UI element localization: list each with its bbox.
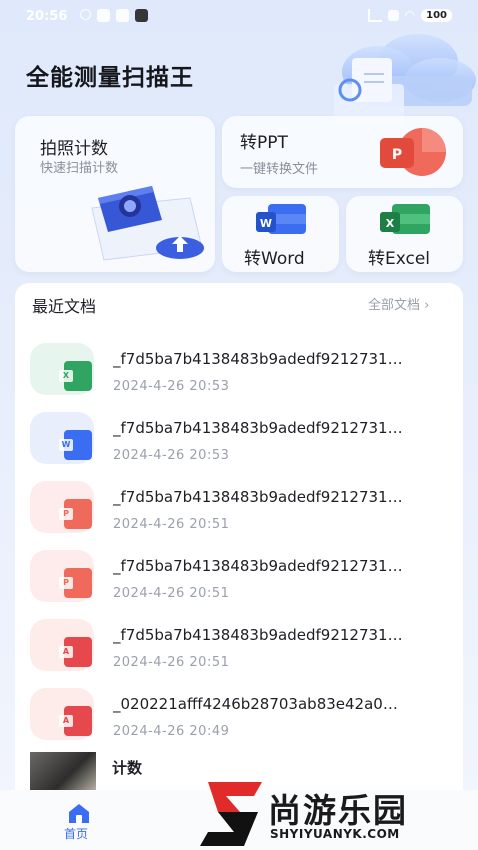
file-type-badge: A (59, 646, 73, 658)
word-file-icon: W (256, 204, 306, 234)
app-notification-icon (116, 9, 129, 22)
file-row[interactable]: A _f7d5ba7b4138483b9adedf9212731… 2024-4-2… (15, 612, 463, 680)
watermark-url: SHYIYUANYK.COM (270, 827, 400, 841)
convert-ppt-title: 转PPT (240, 133, 288, 153)
recent-documents-title: 最近文档 (32, 297, 97, 316)
file-type-badge: P (59, 508, 73, 520)
file-icon-background: P (30, 481, 94, 533)
file-row[interactable]: A _020221afff4246b28703ab83e42a0… 2024-4-2… (15, 681, 463, 749)
svg-text:P: P (392, 147, 402, 163)
all-documents-link[interactable]: 全部文档 › (368, 294, 429, 313)
file-name: _f7d5ba7b4138483b9adedf9212731… (113, 626, 403, 644)
file-type-badge: W (59, 439, 73, 451)
status-time: 20:56 (26, 9, 68, 24)
cloud-illustration (334, 34, 476, 124)
file-name: _f7d5ba7b4138483b9adedf9212731… (113, 419, 403, 437)
file-name: _f7d5ba7b4138483b9adedf9212731… (113, 350, 403, 368)
file-icon-background: A (30, 688, 94, 740)
file-type-badge: X (59, 370, 73, 382)
file-date: 2024-4-26 20:51 (113, 655, 230, 670)
file-date: 2024-4-26 20:51 (113, 517, 230, 532)
photo-count-subtitle: 快速扫描计数 (40, 161, 119, 176)
notification-icon (80, 9, 91, 20)
svg-text:W: W (260, 217, 272, 230)
app-title: 全能测量扫描王 (26, 65, 194, 91)
convert-ppt-subtitle: 一键转换文件 (240, 162, 319, 177)
convert-word-card[interactable]: W 转Word (222, 196, 339, 272)
file-date: 2024-4-26 20:51 (113, 586, 230, 601)
file-icon-background: A (30, 619, 94, 671)
file-icon-background: P (30, 550, 94, 602)
convert-excel-title: 转Excel (368, 249, 431, 269)
file-row[interactable]: P _f7d5ba7b4138483b9adedf9212731… 2024-4-2… (15, 543, 463, 611)
image-file-name[interactable]: 计数 (112, 757, 142, 778)
file-date: 2024-4-26 20:53 (113, 379, 230, 394)
file-name: _020221afff4246b28703ab83e42a0… (113, 695, 398, 713)
app-notification-icon (97, 9, 110, 22)
tiktok-icon (135, 9, 148, 22)
file-type-badge: A (59, 715, 73, 727)
home-icon[interactable] (66, 802, 92, 824)
nav-home-label[interactable]: 首页 (64, 825, 88, 842)
file-row[interactable]: X _f7d5ba7b4138483b9adedf9212731… 2024-4-2… (15, 336, 463, 404)
file-date: 2024-4-26 20:49 (113, 724, 230, 739)
file-icon-background: W (30, 412, 94, 464)
excel-file-icon: X (380, 204, 430, 234)
watermark-brand: 尚游乐园 (268, 791, 408, 830)
file-name: _f7d5ba7b4138483b9adedf9212731… (113, 557, 403, 575)
file-row[interactable]: W _f7d5ba7b4138483b9adedf9212731… 2024-4-2… (15, 405, 463, 473)
file-icon-background: X (30, 343, 94, 395)
file-date: 2024-4-26 20:53 (113, 448, 230, 463)
convert-word-title: 转Word (244, 249, 305, 269)
photo-count-card[interactable]: 拍照计数 快速扫描计数 (15, 116, 215, 272)
ppt-file-icon: P (380, 128, 446, 176)
file-type-badge: P (59, 577, 73, 589)
file-row[interactable]: P _f7d5ba7b4138483b9adedf9212731… 2024-4-2… (15, 474, 463, 542)
file-name: _f7d5ba7b4138483b9adedf9212731… (113, 488, 403, 506)
convert-ppt-card[interactable]: 转PPT 一键转换文件 P (222, 116, 463, 188)
convert-excel-card[interactable]: X 转Excel (346, 196, 463, 272)
svg-text:X: X (386, 217, 395, 230)
photo-count-title: 拍照计数 (40, 139, 108, 159)
camera-scan-icon (91, 186, 204, 261)
notification-icons (80, 9, 148, 22)
image-thumbnail[interactable] (30, 752, 96, 790)
